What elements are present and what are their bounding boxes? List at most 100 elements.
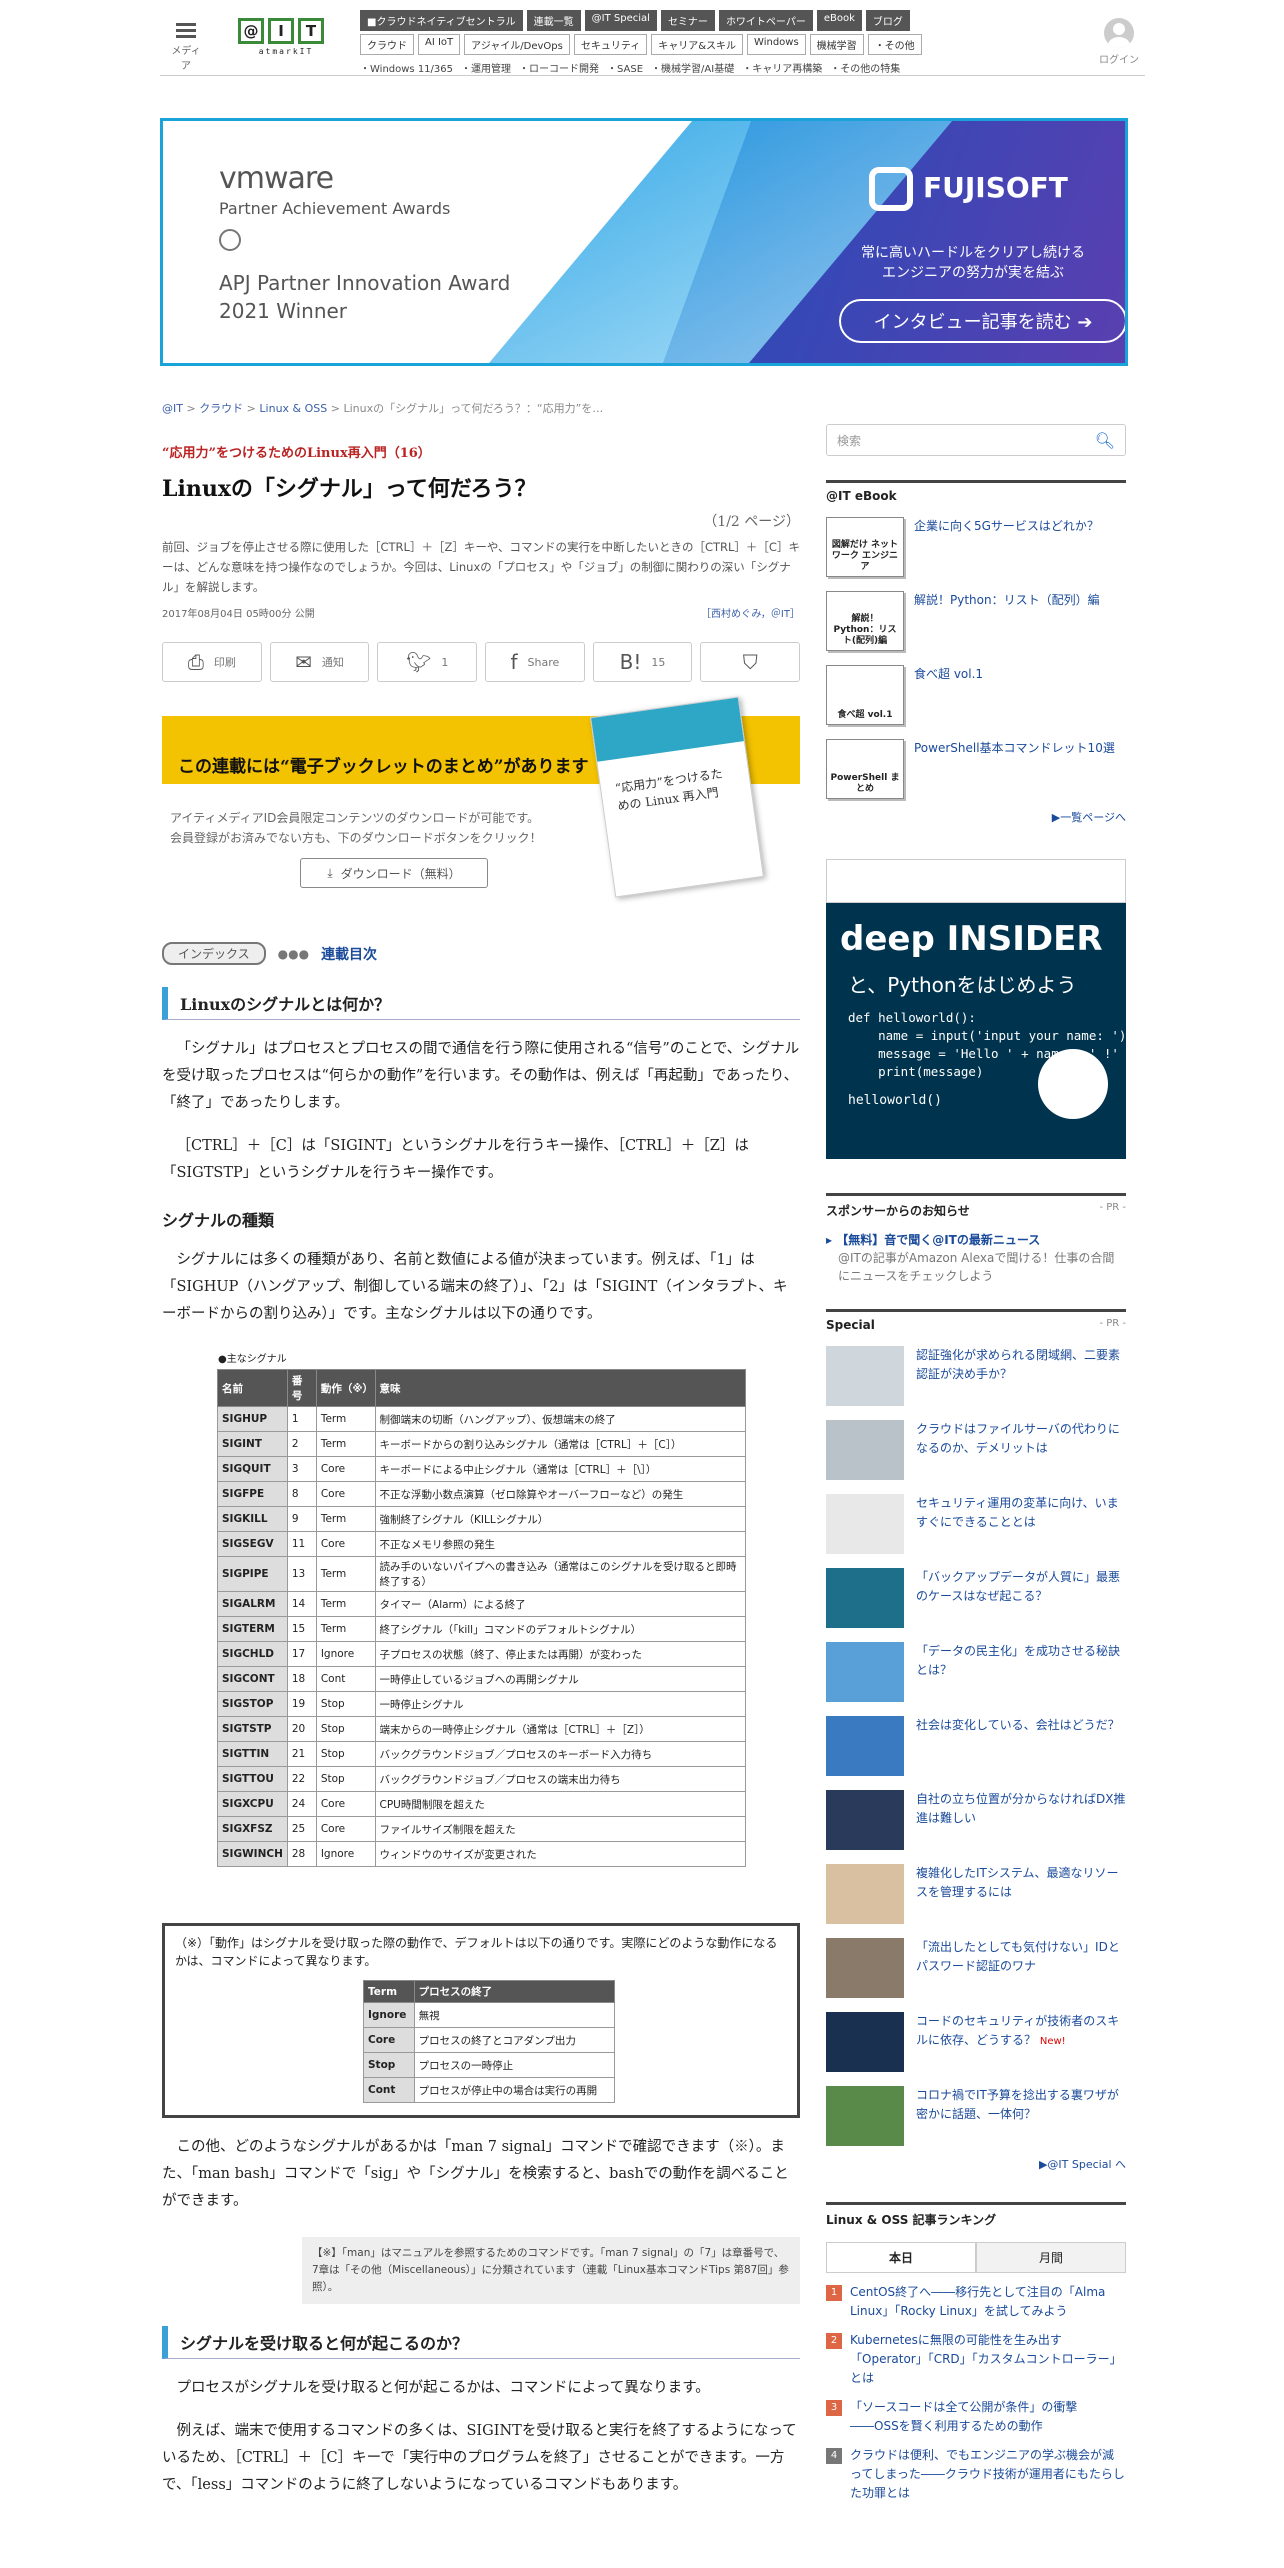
nav-primary-item[interactable]: @IT Special bbox=[584, 10, 657, 31]
table-cell: プロセスの一時停止 bbox=[413, 2052, 616, 2078]
special-item[interactable]: セキュリティ運用の変革に向け、いますぐにできることとは bbox=[826, 1494, 1126, 1554]
hatena-button[interactable]: B! 15 bbox=[592, 642, 693, 682]
ranking-item[interactable]: 4 クラウドは便利、でもエンジニアの学ぶ機会が減ってしまった――クラウド技術が運用… bbox=[826, 2446, 1126, 2503]
nav-secondary-item[interactable]: アジャイル/DevOps bbox=[464, 34, 570, 55]
series-index-link[interactable]: 連載目次 bbox=[321, 944, 377, 964]
paragraph: 「シグナル」はプロセスとプロセスの間で通信を行う際に使用される“信号”のことで、… bbox=[162, 1041, 800, 1111]
table-cell: 11 bbox=[286, 1531, 317, 1557]
nav-primary-item[interactable]: ■クラウドネイティブセントラル bbox=[360, 10, 523, 31]
print-button[interactable]: ⎙ 印刷 bbox=[162, 642, 262, 682]
special-title[interactable]: 社会は変化している、会社はどうだ？ bbox=[916, 1718, 1120, 1732]
special-more-link[interactable]: ▶@IT Special へ bbox=[826, 2156, 1126, 2172]
deep-insider-ad[interactable]: deep INSIDER と、Pythonをはじめよう def hellowor… bbox=[826, 859, 1126, 1159]
nav-primary-item[interactable]: ホワイトペーパー bbox=[718, 10, 813, 31]
ebook-more-link[interactable]: ▶一覧ページへ bbox=[826, 809, 1126, 825]
table-row: SIGTERM 15 Term 終了シグナル（「kill」コマンドのデフォルトシグナル… bbox=[217, 1616, 747, 1642]
site-logo[interactable]: @ I T atmarkIT bbox=[238, 18, 334, 64]
special-title[interactable]: クラウドはファイルサーバの代わりになるのか、デメリットは bbox=[916, 1422, 1120, 1455]
ebook-item[interactable]: 図解だけ ネットワーク エンジニア 企業に向く5Gサービスはどれか？ bbox=[826, 517, 1126, 577]
nav-tertiary-item[interactable]: ・Windows 11/365 bbox=[360, 60, 453, 75]
special-title[interactable]: 「データの民主化」を成功させる秘訣とは？ bbox=[916, 1644, 1120, 1677]
download-button[interactable]: ⤓ ダウンロード（無料） bbox=[300, 858, 488, 888]
special-title[interactable]: 認証強化が求められる閉域網、二要素認証が決め手か？ bbox=[916, 1348, 1120, 1381]
ranking-title[interactable]: CentOS終了へ――移行先として注目の「Alma Linux」「Rocky L… bbox=[850, 2283, 1126, 2321]
ebook-cover[interactable]: “応用力”をつけるための Linux 再入門 bbox=[590, 696, 764, 898]
menu-button[interactable]: メディア bbox=[168, 20, 204, 72]
special-item[interactable]: 自社の立ち位置が分からなければDX推進は難しい bbox=[826, 1790, 1126, 1850]
table-row: SIGTSTP 20 Stop 端末からの一時停止シグナル（通常は［CTRL］＋［Z］… bbox=[217, 1716, 747, 1742]
nav-secondary-item[interactable]: 機械学習 bbox=[809, 34, 864, 55]
nav-secondary-item[interactable]: AI IoT bbox=[418, 34, 461, 55]
nav-primary-item[interactable]: 連載一覧 bbox=[526, 10, 581, 31]
twitter-button[interactable]: 🐦︎ 1 bbox=[377, 642, 478, 682]
tab-today[interactable]: 本日 bbox=[826, 2242, 976, 2272]
special-item[interactable]: コードのセキュリティが技術者のスキルに依存、どうする？ New! bbox=[826, 2012, 1126, 2072]
special-title[interactable]: 自社の立ち位置が分からなければDX推進は難しい bbox=[916, 1792, 1125, 1825]
table-cell: 端末からの一時停止シグナル（通常は［CTRL］＋［Z］） bbox=[374, 1716, 747, 1742]
special-title[interactable]: セキュリティ運用の変革に向け、いますぐにできることとは bbox=[916, 1496, 1119, 1529]
special-title[interactable]: コードのセキュリティが技術者のスキルに依存、どうする？ bbox=[916, 2014, 1119, 2047]
nav-secondary-item[interactable]: ・その他 bbox=[867, 34, 922, 55]
ranking-item[interactable]: 2 Kubernetesに無限の可能性を生み出す「Operator」「CRD」「カ… bbox=[826, 2331, 1126, 2388]
ebook-title[interactable]: PowerShell基本コマンドレット10選 bbox=[914, 739, 1115, 799]
special-item[interactable]: 社会は変化している、会社はどうだ？ bbox=[826, 1716, 1126, 1776]
ad-banner[interactable]: vmware Partner Achievement Awards APJ Pa… bbox=[160, 118, 1128, 366]
table-cell: Term bbox=[315, 1431, 376, 1457]
action-note: （※）「動作」はシグナルを受け取った際の動作で、デフォルトは以下の通りです。実際… bbox=[162, 1923, 800, 2118]
ranking-item[interactable]: 3 「ソースコードは全て公開が条件」の衝撃――OSSを賢く利用するための動作 bbox=[826, 2398, 1126, 2436]
nav-secondary-item[interactable]: Windows bbox=[747, 34, 806, 55]
nav-secondary-item[interactable]: クラウド bbox=[360, 34, 414, 55]
nav-tertiary-item[interactable]: ・その他の特集 bbox=[830, 60, 900, 75]
special-title[interactable]: 「流出したとしても気付けない」IDとパスワード認証のワナ bbox=[916, 1940, 1120, 1973]
table-cell: Ignore bbox=[315, 1841, 376, 1867]
search-icon[interactable]: 🔍︎ bbox=[1095, 431, 1115, 450]
ebook-title[interactable]: 食べ超 vol.1 bbox=[914, 665, 983, 725]
ranking-item[interactable]: 1 CentOS終了へ――移行先として注目の「Alma Linux」「Rocky … bbox=[826, 2283, 1126, 2321]
nav-tertiary-item[interactable]: ・機械学習/AI基礎 bbox=[651, 60, 734, 75]
special-item[interactable]: クラウドはファイルサーバの代わりになるのか、デメリットは bbox=[826, 1420, 1126, 1480]
ebook-item[interactable]: 解説！Python：リスト(配列)編 解説！Python：リスト（配列）編 bbox=[826, 591, 1126, 651]
notify-button[interactable]: ✉ 通知 bbox=[269, 642, 370, 682]
nav-secondary-item[interactable]: キャリア&スキル bbox=[651, 34, 744, 55]
ebook-title[interactable]: 解説！Python：リスト（配列）編 bbox=[914, 591, 1100, 651]
page-indicator: （1/2 ページ） bbox=[703, 514, 800, 530]
pocket-button[interactable]: ⛉ bbox=[700, 642, 801, 682]
special-title[interactable]: 複雑化したITシステム、最適なリソースを管理するには bbox=[916, 1866, 1119, 1899]
interview-button[interactable]: インタビュー記事を読む ➔ bbox=[839, 299, 1125, 343]
nav-primary-item[interactable]: eBook bbox=[816, 10, 862, 31]
series-label[interactable]: “応用力”をつけるためのLinux再入門（16） bbox=[162, 442, 800, 461]
article-lead: 前回、ジョブを停止させる際に使用した［CTRL］＋［Z］キーや、コマンドの実行を… bbox=[162, 540, 800, 594]
table-cell: 13 bbox=[286, 1556, 317, 1592]
ranking-title[interactable]: 「ソースコードは全て公開が条件」の衝撃――OSSを賢く利用するための動作 bbox=[850, 2398, 1126, 2436]
nav-tertiary-item[interactable]: ・キャリア再構築 bbox=[742, 60, 822, 75]
login-button[interactable]: ログイン bbox=[1099, 18, 1139, 66]
table-row: Cont プロセスが停止中の場合は実行の再開 bbox=[363, 2077, 616, 2103]
nav-tertiary-item[interactable]: ・ローコード開発 bbox=[519, 60, 599, 75]
nav-tertiary-item[interactable]: ・運用管理 bbox=[461, 60, 511, 75]
tab-month[interactable]: 月間 bbox=[976, 2242, 1126, 2272]
special-item[interactable]: 「データの民主化」を成功させる秘訣とは？ bbox=[826, 1642, 1126, 1702]
nav-tertiary-item[interactable]: ・SASE bbox=[607, 60, 643, 75]
author[interactable]: ［西村めぐみ，＠IT］ bbox=[701, 605, 800, 620]
nav-primary-item[interactable]: セミナー bbox=[660, 10, 715, 31]
ebook-item[interactable]: 食べ超 vol.1 食べ超 vol.1 bbox=[826, 665, 1126, 725]
sponsor-link[interactable]: ▸ 【無料】音で聞く@ITの最新ニュース bbox=[826, 1231, 1126, 1249]
ranking-title[interactable]: Kubernetesに無限の可能性を生み出す「Operator」「CRD」「カス… bbox=[850, 2331, 1126, 2388]
table-cell: SIGALRM bbox=[217, 1591, 288, 1617]
ebook-item[interactable]: PowerShell まとめ PowerShell基本コマンドレット10選 bbox=[826, 739, 1126, 799]
facebook-button[interactable]: f Share bbox=[485, 642, 585, 682]
ebook-thumbnail: 解説！Python：リスト(配列)編 bbox=[826, 591, 904, 651]
special-item[interactable]: 「バックアップデータが人質に」最悪のケースはなぜ起こる？ bbox=[826, 1568, 1126, 1628]
ebook-thumbnail: PowerShell まとめ bbox=[826, 739, 904, 799]
nav-secondary-item[interactable]: セキュリティ bbox=[573, 34, 648, 55]
special-title[interactable]: コロナ禍でIT予算を捻出する裏ワザが密かに話題、一体何？ bbox=[916, 2088, 1119, 2121]
special-title[interactable]: 「バックアップデータが人質に」最悪のケースはなぜ起こる？ bbox=[916, 1570, 1120, 1603]
special-item[interactable]: コロナ禍でIT予算を捻出する裏ワザが密かに話題、一体何？ bbox=[826, 2086, 1126, 2146]
ranking-title[interactable]: クラウドは便利、でもエンジニアの学ぶ機会が減ってしまった――クラウド技術が運用者… bbox=[850, 2446, 1126, 2503]
ebook-title[interactable]: 企業に向く5Gサービスはどれか？ bbox=[914, 517, 1099, 577]
special-item[interactable]: 認証強化が求められる閉域網、二要素認証が決め手か？ bbox=[826, 1346, 1126, 1406]
special-item[interactable]: 「流出したとしても気付けない」IDとパスワード認証のワナ bbox=[826, 1938, 1126, 1998]
nav-primary-item[interactable]: ブログ bbox=[865, 10, 910, 31]
search-input[interactable]: 検索 🔍︎ bbox=[826, 424, 1126, 456]
special-item[interactable]: 複雑化したITシステム、最適なリソースを管理するには bbox=[826, 1864, 1126, 1924]
